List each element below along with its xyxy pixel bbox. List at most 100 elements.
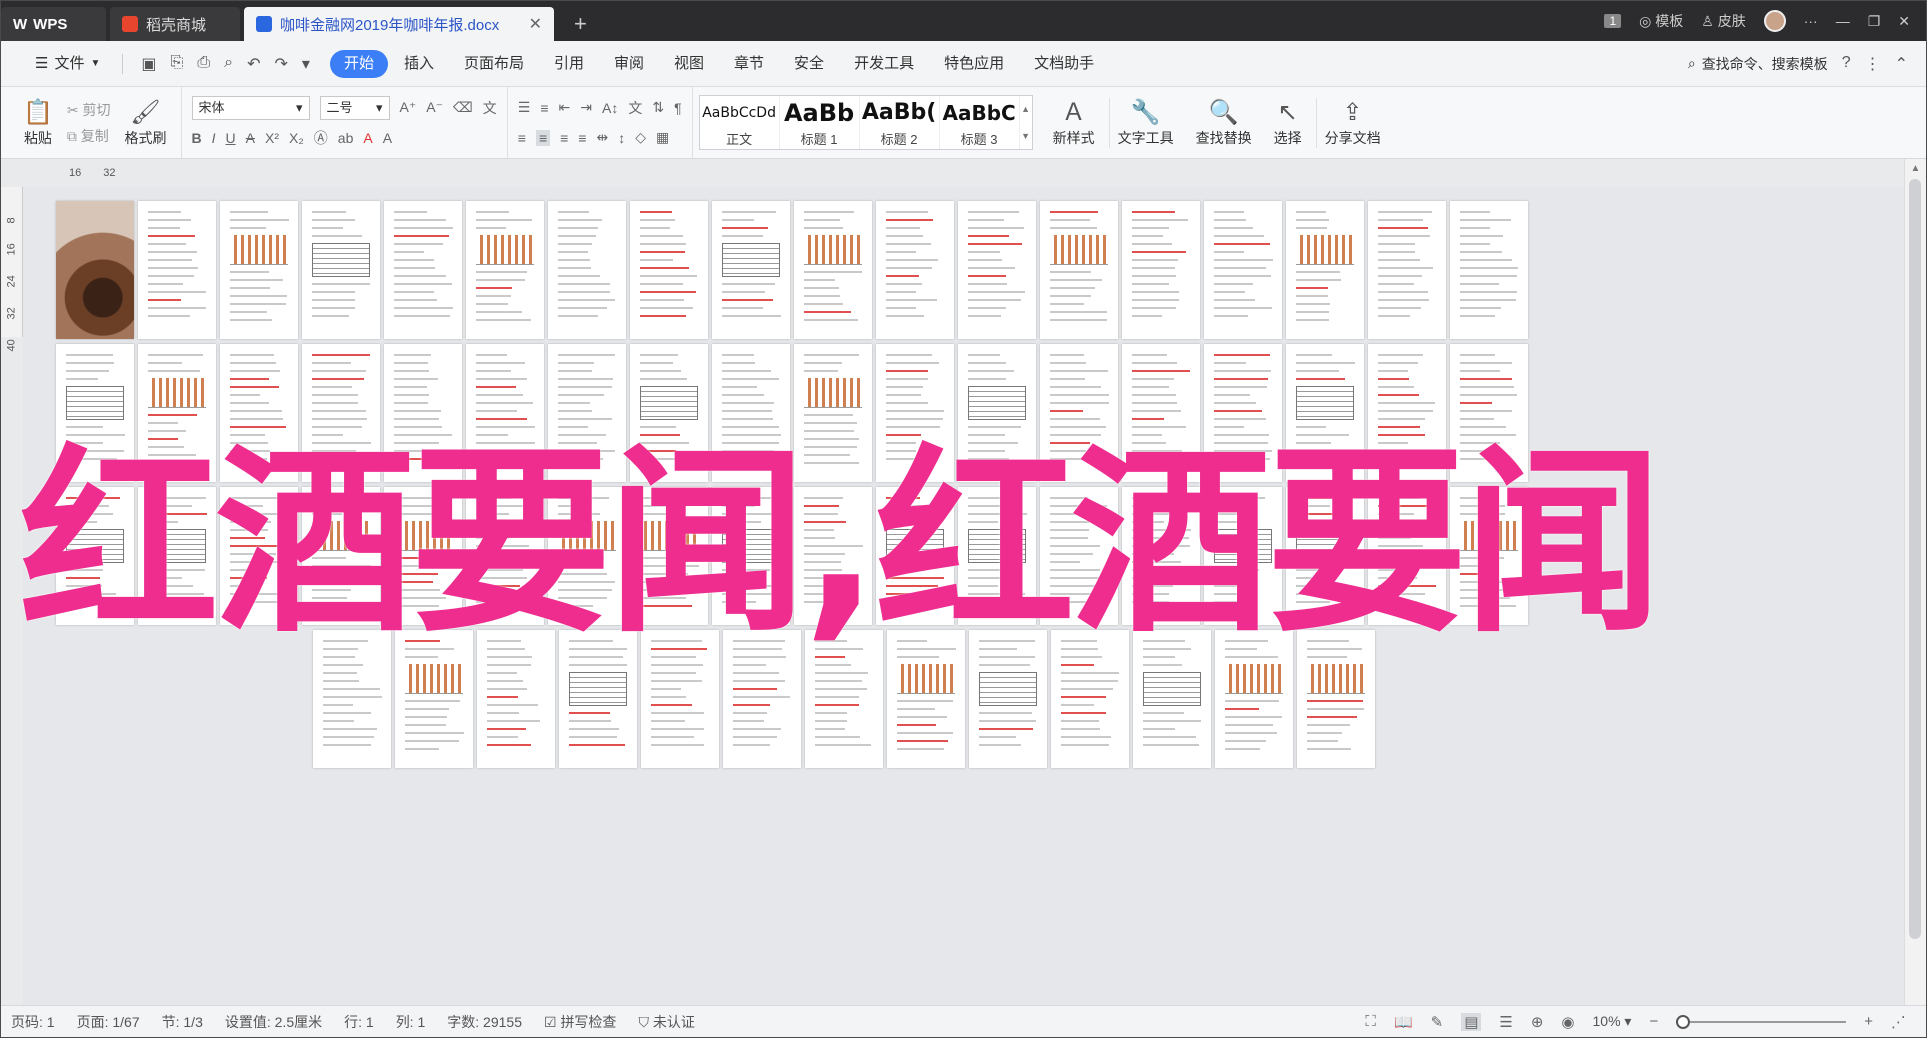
new-tab-button[interactable]: + xyxy=(574,7,587,41)
page-thumbnail[interactable] xyxy=(466,201,544,339)
scroll-up-icon[interactable]: ▲ xyxy=(1905,159,1926,174)
read-mode-icon[interactable]: 📖 xyxy=(1394,1013,1413,1031)
find-replace-button[interactable]: 🔍 查找替换 xyxy=(1188,98,1260,148)
style-heading-1[interactable]: AaBb 标题 1 xyxy=(780,96,860,149)
more-options-icon[interactable]: ⋮ xyxy=(1865,54,1881,74)
zoom-level[interactable]: 10% ▾ xyxy=(1593,1013,1632,1030)
new-style-button[interactable]: Ａ 新样式 xyxy=(1045,98,1103,148)
web-view-icon[interactable]: ⊕ xyxy=(1531,1013,1544,1031)
style-heading-3[interactable]: AaBbC 标题 3 xyxy=(940,96,1020,149)
page-thumbnail[interactable] xyxy=(1368,201,1446,339)
page-view-icon[interactable]: ▤ xyxy=(1461,1012,1482,1031)
tab-wps-home[interactable]: W WPS xyxy=(1,7,106,41)
phonetic-icon[interactable]: 文 xyxy=(483,98,497,118)
paste-button[interactable]: 📋 粘贴 xyxy=(15,98,61,148)
status-page-code[interactable]: 页码: 1 xyxy=(11,1012,55,1032)
menu-references[interactable]: 引用 xyxy=(540,50,598,78)
zoom-out-icon[interactable]: − xyxy=(1649,1013,1658,1030)
grow-font-icon[interactable]: A⁺ xyxy=(400,99,417,116)
increase-indent-icon[interactable]: ⇥ xyxy=(580,99,592,116)
fullscreen-icon[interactable]: ⛶ xyxy=(1365,1013,1376,1030)
page-thumbnail[interactable] xyxy=(876,201,954,339)
text-tools-button[interactable]: 🔧 文字工具 xyxy=(1108,97,1182,148)
eye-protect-icon[interactable]: ◉ xyxy=(1561,1013,1574,1031)
tab-document[interactable]: 咖啡金融网2019年咖啡年报.docx ✕ xyxy=(244,7,554,41)
distributed-icon[interactable]: ⇹ xyxy=(596,129,608,146)
page-thumbnail[interactable] xyxy=(1122,201,1200,339)
menu-insert[interactable]: 插入 xyxy=(390,50,448,78)
sort-icon[interactable]: ⇅ xyxy=(652,99,664,116)
page-thumbnail[interactable] xyxy=(1204,201,1282,339)
shrink-font-icon[interactable]: A⁻ xyxy=(426,99,443,116)
menu-developer[interactable]: 开发工具 xyxy=(840,50,928,78)
style-normal[interactable]: AaBbCcDd 正文 xyxy=(700,96,780,149)
page-thumbnail[interactable] xyxy=(56,201,134,339)
avatar[interactable] xyxy=(1763,10,1786,32)
page-thumbnail[interactable] xyxy=(958,201,1036,339)
outline-view-icon[interactable]: ☰ xyxy=(1499,1013,1512,1031)
menu-chapter[interactable]: 章节 xyxy=(720,50,778,78)
justify-icon[interactable]: ≡ xyxy=(578,130,586,146)
export-pdf-icon[interactable]: ⎘ xyxy=(171,54,184,74)
file-menu[interactable]: ☰ 文件 ▼ xyxy=(21,50,120,78)
page-thumbnail[interactable] xyxy=(1286,201,1364,339)
page-thumbnail[interactable] xyxy=(302,201,380,339)
borders-icon[interactable]: ▦ xyxy=(656,129,669,146)
page-thumbnail[interactable] xyxy=(1040,201,1118,339)
skin-button[interactable]: ♙ 皮肤 xyxy=(1701,11,1745,31)
font-size-select[interactable]: 二号 ▾ xyxy=(319,95,390,120)
chinese-layout-icon[interactable]: 文 xyxy=(628,98,642,118)
page-thumbnail[interactable] xyxy=(220,201,298,339)
page-thumbnail[interactable] xyxy=(138,201,216,339)
status-page[interactable]: 页面: 1/67 xyxy=(77,1012,140,1032)
share-doc-button[interactable]: ⇪ 分享文档 xyxy=(1315,97,1389,148)
undo-icon[interactable]: ↶ xyxy=(247,54,260,74)
page-thumbnail[interactable] xyxy=(794,201,872,339)
copy-button[interactable]: ⧉ 复制 xyxy=(67,126,111,146)
write-mode-icon[interactable]: ✎ xyxy=(1431,1013,1444,1031)
menu-layout[interactable]: 页面布局 xyxy=(450,50,538,78)
clear-format-icon[interactable]: ⌫ xyxy=(453,99,473,116)
menu-start[interactable]: 开始 xyxy=(329,49,388,78)
menu-review[interactable]: 审阅 xyxy=(600,50,658,78)
page-thumbnail[interactable] xyxy=(1450,201,1528,339)
font-family-select[interactable]: 宋体 ▾ xyxy=(191,95,310,120)
styles-scroll[interactable]: ▲ ▼ xyxy=(1020,96,1032,149)
more-icon[interactable]: ··· xyxy=(1804,13,1818,29)
zoom-slider[interactable] xyxy=(1676,1014,1847,1029)
horizontal-ruler[interactable]: 16 32 xyxy=(1,159,1926,187)
help-icon[interactable]: ? xyxy=(1842,54,1851,74)
style-heading-2[interactable]: AaBb( 标题 2 xyxy=(860,96,940,149)
char-shading-icon[interactable]: A xyxy=(383,130,392,146)
save-icon[interactable]: ▣ xyxy=(141,54,156,74)
close-tab-icon[interactable]: ✕ xyxy=(529,14,542,34)
vertical-ruler[interactable]: 8 16 24 32 40 xyxy=(1,187,23,352)
subscript-icon[interactable]: X₂ xyxy=(289,130,304,146)
page-thumbnail[interactable] xyxy=(712,201,790,339)
strikethrough-icon[interactable]: A xyxy=(246,130,255,146)
close-window-icon[interactable]: ✕ xyxy=(1898,13,1910,30)
select-button[interactable]: ↖ 选择 xyxy=(1266,98,1310,148)
spell-check-button[interactable]: ☑ 拼写检查 xyxy=(544,1012,616,1032)
highlight-icon[interactable]: ab xyxy=(338,130,354,146)
command-search[interactable]: ⌕ 查找命令、搜索模板 xyxy=(1688,54,1840,74)
decrease-indent-icon[interactable]: ⇤ xyxy=(559,99,571,116)
certification-button[interactable]: ⛉ 未认证 xyxy=(638,1012,694,1032)
text-effect-icon[interactable]: Ⓐ xyxy=(314,128,328,148)
align-center-icon[interactable]: ≡ xyxy=(535,129,551,146)
customize-icon[interactable]: ▾ xyxy=(302,54,310,74)
page-thumbnail[interactable] xyxy=(384,201,462,339)
numbered-list-icon[interactable]: ≡ xyxy=(540,100,548,116)
template-button[interactable]: ◎ 模板 xyxy=(1639,11,1683,31)
vertical-scrollbar[interactable]: ▲ xyxy=(1904,159,1926,1007)
print-preview-icon[interactable]: ⌕ xyxy=(224,54,233,74)
menu-doc-assistant[interactable]: 文档助手 xyxy=(1020,50,1108,78)
italic-icon[interactable]: I xyxy=(212,130,216,146)
menu-view[interactable]: 视图 xyxy=(660,50,718,78)
scroll-thumb[interactable] xyxy=(1909,179,1921,939)
collapse-ribbon-icon[interactable]: ⌃ xyxy=(1895,54,1908,74)
bold-icon[interactable]: B xyxy=(192,130,202,146)
line-spacing-icon[interactable]: ↕ xyxy=(618,130,625,146)
redo-icon[interactable]: ↷ xyxy=(275,54,288,74)
print-icon[interactable]: ⎙ xyxy=(197,54,210,74)
